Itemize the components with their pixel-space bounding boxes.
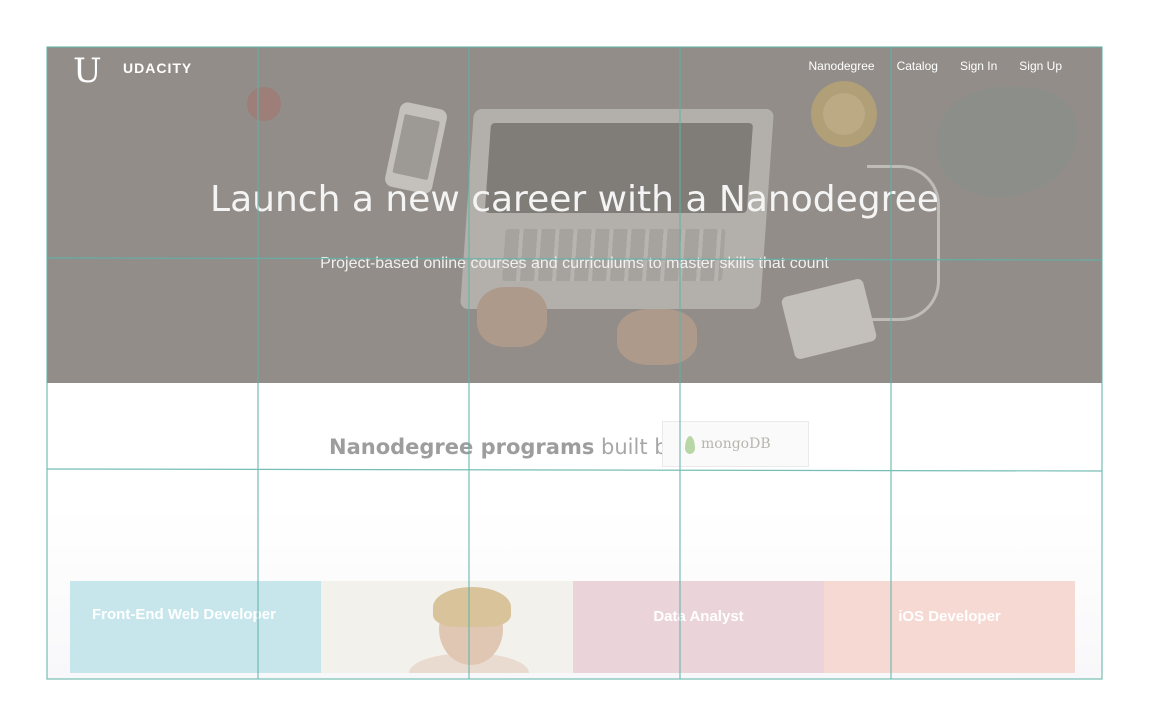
udacity-homepage: U UDACITY Nanodegree Catalog Sign In Sig…	[47, 47, 1102, 679]
nav-sign-up[interactable]: Sign Up	[1019, 57, 1062, 75]
udacity-logo-icon[interactable]: U	[73, 54, 103, 88]
person-photo-hair	[433, 587, 511, 627]
program-card-label: Front-End Web Developer	[92, 606, 276, 623]
hero-banner: U UDACITY Nanodegree Catalog Sign In Sig…	[47, 47, 1102, 383]
hero-title: Launch a new career with a Nanodegree	[210, 179, 939, 220]
top-nav: Nanodegree Catalog Sign In Sign Up	[809, 57, 1063, 75]
mongodb-logo[interactable]: mongoDB	[662, 421, 809, 467]
leaf-icon	[685, 436, 695, 454]
nav-catalog[interactable]: Catalog	[897, 57, 938, 75]
brand-name[interactable]: UDACITY	[123, 60, 192, 76]
mongodb-logo-text: mongoDB	[701, 436, 771, 452]
program-card-label: Data Analyst	[653, 608, 744, 625]
program-card-data-analyst[interactable]: Data Analyst	[573, 581, 824, 673]
partner-row: Nanodegree programs built by mongoDB	[47, 383, 1102, 507]
program-card-ios[interactable]: iOS Developer	[824, 581, 1075, 673]
nav-sign-in[interactable]: Sign In	[960, 57, 997, 75]
nav-nanodegree[interactable]: Nanodegree	[809, 57, 875, 75]
program-card-front-end[interactable]: Front-End Web Developer	[70, 581, 321, 673]
partner-heading: Nanodegree programs built by	[329, 435, 680, 459]
program-cards: Front-End Web Developer Data Analyst iOS…	[47, 507, 1102, 679]
program-card-label: iOS Developer	[898, 608, 1001, 625]
partner-heading-bold: Nanodegree programs	[329, 435, 595, 459]
hero-subtitle: Project-based online courses and curricu…	[320, 255, 829, 272]
program-card-photo[interactable]	[321, 581, 573, 673]
